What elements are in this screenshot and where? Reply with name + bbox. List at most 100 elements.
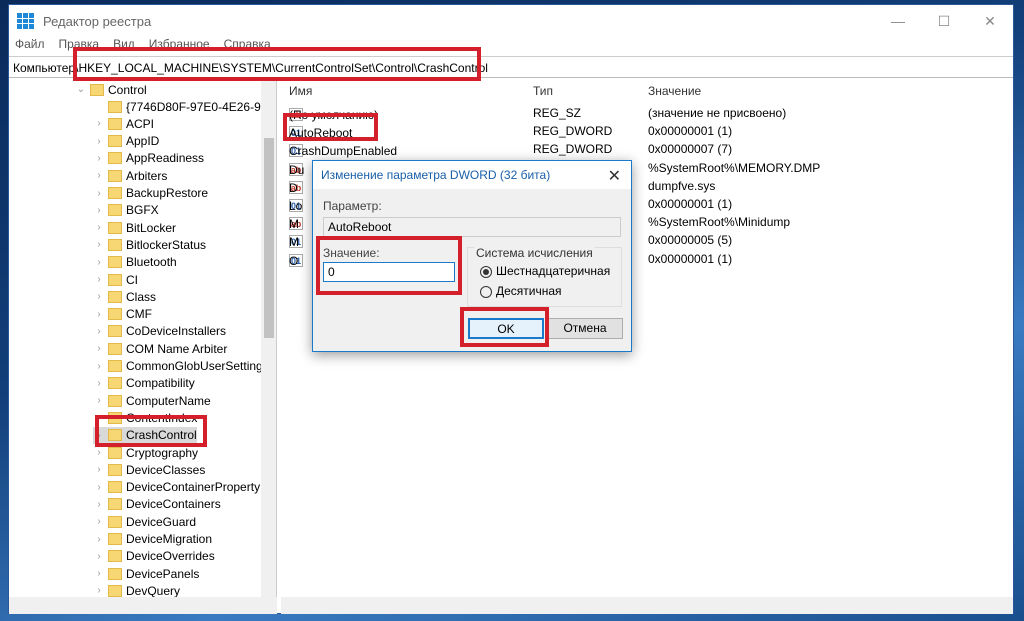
tree-item[interactable]: › Bluetooth: [93, 254, 176, 271]
scroll-thumb[interactable]: [264, 138, 274, 338]
tree-vertical-scrollbar[interactable]: [261, 78, 276, 597]
folder-icon: [108, 308, 122, 321]
radio-hex[interactable]: Шестнадцатеричная: [480, 264, 610, 278]
folder-icon: [108, 187, 122, 199]
chevron-right-icon[interactable]: ›: [93, 153, 105, 164]
tree-item[interactable]: › DevicePanels: [93, 565, 199, 582]
chevron-right-icon[interactable]: ›: [93, 499, 105, 510]
chevron-right-icon[interactable]: ›: [93, 464, 105, 475]
tree-item[interactable]: › Class: [93, 288, 156, 305]
tree-item[interactable]: › CoDeviceInstallers: [93, 323, 226, 340]
chevron-right-icon[interactable]: ›: [93, 257, 105, 268]
chevron-right-icon[interactable]: ›: [93, 516, 105, 527]
tree-horizontal-scrollbar[interactable]: [9, 597, 277, 614]
tree-item[interactable]: › CI: [93, 271, 138, 288]
folder-icon: [108, 567, 122, 580]
base-label: Система исчисления: [474, 246, 595, 260]
tree-item[interactable]: › BGFX: [93, 202, 158, 219]
list-horizontal-scrollbar[interactable]: [281, 597, 1013, 614]
column-header-type[interactable]: Тип: [533, 84, 553, 98]
tree-item-control[interactable]: ⌄ Control: [75, 81, 147, 98]
radio-decimal[interactable]: Десятичная: [480, 284, 562, 298]
tree-item[interactable]: › DeviceContainers: [93, 496, 220, 513]
registry-tree: ⌄ Control {7746D80F-97E0-4E26-9543 › ACPI ›…: [9, 78, 277, 597]
tree-item[interactable]: › AppID: [93, 133, 159, 150]
folder-icon: [108, 325, 122, 338]
param-name-field: AutoReboot: [323, 217, 621, 237]
chevron-right-icon[interactable]: ›: [93, 378, 105, 389]
folder-icon: [108, 481, 122, 494]
list-row[interactable]: 01 AutoReboot REG_DWORD 0x00000001 (1): [281, 122, 1013, 140]
column-header-name[interactable]: Имя: [289, 84, 312, 98]
folder-icon: [108, 169, 122, 182]
highlight-autoreboot: [283, 113, 378, 141]
column-header-value[interactable]: Значение: [648, 84, 701, 98]
folder-icon: [108, 204, 122, 217]
chevron-right-icon[interactable]: ›: [93, 309, 105, 320]
tree-item[interactable]: › BackupRestore: [93, 185, 208, 202]
chevron-right-icon[interactable]: ›: [93, 585, 105, 596]
chevron-right-icon[interactable]: ›: [93, 222, 105, 233]
folder-icon: [108, 584, 122, 597]
radio-unselected-icon[interactable]: [480, 285, 492, 298]
chevron-right-icon[interactable]: ›: [93, 343, 105, 354]
tree-item[interactable]: › DeviceGuard: [93, 513, 196, 530]
highlight-crashcontrol: [95, 415, 207, 447]
chevron-right-icon[interactable]: ›: [93, 170, 105, 181]
chevron-right-icon[interactable]: ›: [93, 361, 105, 372]
cancel-button[interactable]: Отмена: [547, 318, 623, 339]
chevron-down-icon[interactable]: ⌄: [75, 84, 87, 95]
chevron-right-icon[interactable]: ›: [93, 551, 105, 562]
tree-item[interactable]: › BitlockerStatus: [93, 236, 206, 253]
folder-icon: [108, 100, 122, 113]
folder-icon: [108, 290, 122, 303]
folder-icon: [108, 152, 122, 165]
chevron-right-icon[interactable]: ›: [93, 395, 105, 406]
tree-item[interactable]: › DeviceMigration: [93, 531, 212, 548]
chevron-right-icon[interactable]: ›: [93, 534, 105, 545]
chevron-right-icon[interactable]: ›: [93, 239, 105, 250]
close-button[interactable]: ✕: [967, 5, 1013, 37]
chevron-right-icon[interactable]: ›: [93, 326, 105, 337]
folder-icon: [90, 83, 104, 96]
folder-icon: [108, 394, 122, 407]
tree-item[interactable]: › ACPI: [93, 115, 154, 132]
minimize-button[interactable]: —: [875, 5, 921, 37]
chevron-right-icon[interactable]: ›: [93, 136, 105, 147]
chevron-right-icon[interactable]: ›: [93, 291, 105, 302]
tree-item[interactable]: › DevQuery: [93, 582, 180, 597]
folder-icon: [108, 498, 122, 511]
tree-item[interactable]: › BitLocker: [93, 219, 176, 236]
tree-item[interactable]: › CMF: [93, 306, 152, 323]
tree-item[interactable]: › AppReadiness: [93, 150, 204, 167]
tree-item[interactable]: › Compatibility: [93, 375, 194, 392]
folder-icon: [108, 515, 122, 528]
folder-icon: [108, 135, 122, 148]
tree-item[interactable]: {7746D80F-97E0-4E26-9543: [93, 98, 276, 115]
list-row[interactable]: 01 CrashDumpEnabled REG_DWORD 0x00000007 (…: [281, 140, 1013, 158]
dialog-close-button[interactable]: ✕: [608, 166, 621, 186]
list-row[interactable]: ab (По умолчанию) REG_SZ (значение не прис…: [281, 104, 1013, 122]
chevron-right-icon[interactable]: ›: [93, 274, 105, 285]
highlight-value: [316, 236, 462, 295]
tree-item[interactable]: › COM Name Arbiter: [93, 340, 227, 357]
chevron-right-icon[interactable]: ›: [93, 482, 105, 493]
window-title: Редактор реестра: [43, 13, 152, 29]
chevron-right-icon[interactable]: ›: [93, 205, 105, 216]
chevron-right-icon[interactable]: ›: [93, 447, 105, 458]
tree-item[interactable]: › DeviceClasses: [93, 461, 205, 478]
chevron-right-icon[interactable]: ›: [93, 118, 105, 129]
chevron-right-icon[interactable]: ›: [93, 188, 105, 199]
tree-item[interactable]: › DeviceContainerPropertyU: [93, 479, 268, 496]
maximize-button[interactable]: ☐: [921, 5, 967, 37]
tree-item[interactable]: › Arbiters: [93, 167, 167, 184]
tree-item[interactable]: › DeviceOverrides: [93, 548, 214, 565]
tree-item[interactable]: › ComputerName: [93, 392, 210, 409]
folder-icon: [108, 550, 122, 563]
chevron-right-icon[interactable]: ›: [93, 568, 105, 579]
base-groupbox: Система исчисления Шестнадцатеричная Дес…: [467, 246, 622, 307]
menu-file[interactable]: Файл: [15, 37, 45, 55]
tree-item[interactable]: › CommonGlobUserSettings: [93, 358, 268, 375]
radio-selected-icon[interactable]: [480, 265, 492, 278]
dialog-title-bar: Изменение параметра DWORD (32 бита) ✕: [313, 161, 631, 189]
